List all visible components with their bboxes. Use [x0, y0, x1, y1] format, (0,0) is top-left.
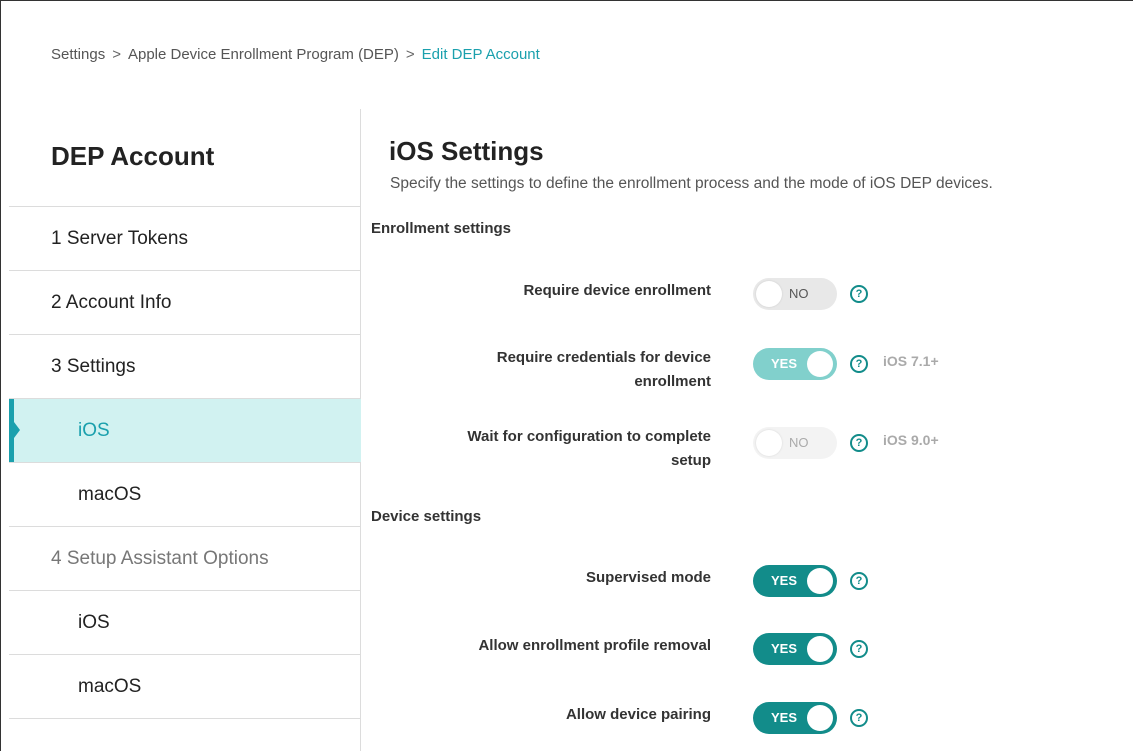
setting-label-line: Require credentials for device — [496, 349, 711, 366]
sidebar-title: DEP Account — [51, 141, 215, 171]
toggle-state-label: YES — [771, 573, 798, 588]
sidebar-nav: 1 Server Tokens 2 Account Info 3 Setting… — [9, 206, 361, 719]
breadcrumb-separator: > — [405, 46, 415, 63]
toggle-state-label: YES — [771, 710, 798, 725]
sidebar-item-server-tokens[interactable]: 1 Server Tokens — [9, 207, 361, 271]
page-title: iOS Settings — [389, 136, 544, 166]
help-icon[interactable]: ? — [850, 285, 868, 303]
toggle-knob — [807, 705, 833, 731]
sidebar-item-settings-macos[interactable]: macOS — [9, 463, 361, 527]
sidebar: DEP Account 1 Server Tokens 2 Account In… — [9, 109, 361, 751]
toggle-state-label: YES — [771, 641, 798, 656]
require-credentials-toggle[interactable]: YES — [753, 348, 837, 380]
sidebar-item-settings[interactable]: 3 Settings — [9, 335, 361, 399]
main-content: iOS Settings Specify the settings to def… — [361, 109, 1133, 751]
device-settings-heading: Device settings — [371, 508, 482, 525]
help-icon[interactable]: ? — [850, 572, 868, 590]
toggle-state-label: YES — [771, 356, 798, 371]
setting-label-line: Wait for configuration to complete — [467, 428, 711, 445]
setting-label: Allow enrollment profile removal — [478, 637, 711, 654]
breadcrumb-separator: > — [112, 46, 121, 63]
toggle-knob — [807, 636, 833, 662]
breadcrumb-settings-link[interactable]: Settings — [51, 46, 105, 63]
sidebar-item-setup-assistant-options[interactable]: 4 Setup Assistant Options — [9, 527, 361, 591]
toggle-state-label: NO — [789, 286, 809, 301]
version-requirement: iOS 7.1+ — [883, 353, 939, 369]
breadcrumb-current: Edit DEP Account — [421, 46, 540, 63]
sidebar-item-account-info[interactable]: 2 Account Info — [9, 271, 361, 335]
setting-label: Require device enrollment — [523, 282, 711, 299]
toggle-knob — [756, 281, 782, 307]
toggle-knob — [807, 568, 833, 594]
version-requirement: iOS 9.0+ — [883, 432, 939, 448]
setting-label: Wait for configuration to complete setup — [391, 425, 711, 473]
wait-for-configuration-toggle[interactable]: NO — [753, 427, 837, 459]
allow-profile-removal-toggle[interactable]: YES — [753, 633, 837, 665]
toggle-state-label: NO — [789, 435, 809, 450]
allow-device-pairing-toggle[interactable]: YES — [753, 702, 837, 734]
setting-label: Allow device pairing — [565, 706, 711, 723]
supervised-mode-toggle[interactable]: YES — [753, 565, 837, 597]
setting-label-line: enrollment — [634, 373, 711, 390]
sidebar-item-settings-ios[interactable]: iOS — [9, 399, 361, 463]
enrollment-settings-heading: Enrollment settings — [371, 220, 512, 237]
help-icon[interactable]: ? — [850, 709, 868, 727]
page-description: Specify the settings to define the enrol… — [390, 175, 993, 192]
setting-label: Supervised mode — [585, 569, 711, 586]
help-icon[interactable]: ? — [850, 434, 868, 452]
sidebar-item-setup-assistant-macos[interactable]: macOS — [9, 655, 361, 719]
toggle-knob — [807, 351, 833, 377]
help-icon[interactable]: ? — [850, 640, 868, 658]
help-icon[interactable]: ? — [850, 355, 868, 373]
setting-label: Require credentials for device enrollmen… — [391, 346, 711, 394]
breadcrumb-dep-link[interactable]: Apple Device Enrollment Program (DEP) — [128, 46, 399, 63]
setting-label-line: setup — [670, 452, 711, 469]
sidebar-item-setup-assistant-ios[interactable]: iOS — [9, 591, 361, 655]
require-device-enrollment-toggle[interactable]: NO — [753, 278, 837, 310]
breadcrumb: Settings > Apple Device Enrollment Program… — [51, 46, 540, 63]
toggle-knob — [756, 430, 782, 456]
